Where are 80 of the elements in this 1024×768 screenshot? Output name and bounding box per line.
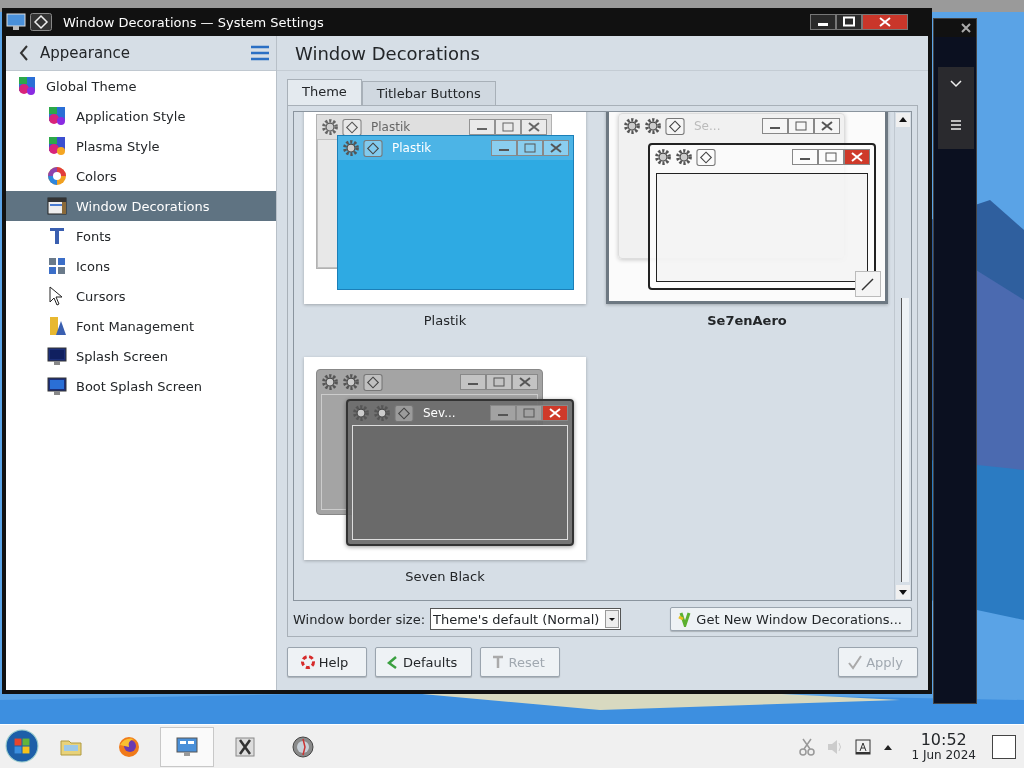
brush-icon: [46, 135, 68, 157]
monitor-icon: [46, 375, 68, 397]
scrollbar-thumb[interactable]: [901, 298, 909, 582]
sidebar-item[interactable]: Splash Screen: [6, 341, 276, 371]
menu-icon[interactable]: [250, 44, 270, 62]
sidebar-item[interactable]: Font Management: [6, 311, 276, 341]
scroll-down-icon[interactable]: [896, 585, 910, 599]
border-size-dropdown[interactable]: Theme's default (Normal): [430, 608, 622, 630]
preview-title: Plastik: [392, 141, 432, 155]
section-title: Appearance: [40, 44, 131, 62]
gear-icon: [321, 118, 339, 136]
gear-icon: [321, 373, 339, 391]
gear-icon: [654, 148, 672, 166]
menu-button-icon: [363, 373, 383, 391]
theme-card[interactable]: Plastik Plastik: [304, 112, 586, 304]
theme-name: Plastik: [422, 313, 468, 330]
resize-handle-icon: [855, 271, 881, 297]
gear-icon: [342, 139, 360, 157]
scrollbar[interactable]: [894, 112, 911, 600]
gear-icon: [352, 404, 370, 422]
menu-button-icon: [665, 117, 685, 135]
menu-button-icon: [394, 404, 414, 422]
color-wheel-icon: [46, 165, 68, 187]
clock-time[interactable]: 10:52: [920, 731, 967, 749]
sidebar-item[interactable]: Window Decorations: [6, 191, 276, 221]
gear-icon: [623, 117, 641, 135]
sidebar-item[interactable]: Boot Splash Screen: [6, 371, 276, 401]
start-button[interactable]: [4, 728, 40, 765]
sidebar-item[interactable]: Global Theme: [6, 71, 276, 101]
keyboard-layout-icon[interactable]: [854, 737, 873, 756]
preview-title: Plastik: [371, 120, 411, 134]
back-icon[interactable]: [18, 44, 30, 62]
border-size-label: Window border size:: [293, 611, 426, 627]
menu-button-icon: [363, 139, 383, 157]
scroll-up-icon[interactable]: [896, 113, 910, 127]
start-orb-icon: [5, 728, 39, 763]
sidebar-item[interactable]: Fonts: [6, 221, 276, 251]
monitor-icon[interactable]: [6, 13, 26, 31]
preview-title: Sev...: [423, 406, 456, 420]
close-icon[interactable]: [960, 22, 972, 34]
lifebuoy-icon: [299, 654, 316, 670]
get-new-button[interactable]: Get New Window Decorations...: [670, 607, 912, 631]
page-title: Window Decorations: [295, 42, 480, 64]
cross-icon: [233, 734, 257, 759]
sidebar-item[interactable]: Plasma Style: [6, 131, 276, 161]
tab[interactable]: Theme: [287, 79, 362, 105]
sidebar-item[interactable]: Colors: [6, 161, 276, 191]
minimize-button[interactable]: [810, 14, 836, 30]
menu-button-icon: [342, 118, 362, 136]
gear-icon: [342, 373, 360, 391]
sidebar-item[interactable]: Cursors: [6, 281, 276, 311]
gear-icon: [675, 148, 693, 166]
browser-icon: [117, 734, 141, 759]
monitor-icon: [46, 345, 68, 367]
monitor-icon: [175, 734, 199, 759]
check-icon: [847, 654, 864, 670]
theme-icon: [46, 105, 68, 127]
close-button[interactable]: [862, 14, 908, 30]
icons-icon: [46, 255, 68, 277]
action-button[interactable]: Help: [287, 647, 367, 677]
gear-icon: [373, 404, 391, 422]
show-desktop-button[interactable]: [992, 734, 1016, 759]
theme-card[interactable]: Sev...: [304, 357, 586, 560]
sidebar-item[interactable]: Application Style: [6, 101, 276, 131]
menu-button-icon[interactable]: [30, 13, 52, 31]
sidebar-item[interactable]: Icons: [6, 251, 276, 281]
menu-button-icon: [696, 148, 716, 166]
action-button[interactable]: Defaults: [375, 647, 473, 677]
tab[interactable]: Titlebar Buttons: [361, 81, 496, 105]
theme-name: Se7enAero: [706, 313, 788, 330]
menu-icon[interactable]: [948, 117, 964, 133]
clock-date[interactable]: 1 Jun 2024: [911, 748, 976, 762]
theme-name: Seven Black: [404, 569, 486, 586]
window-title: Window Decorations — System Settings: [63, 14, 324, 30]
window-icon: [46, 195, 68, 217]
gear-icon: [644, 117, 662, 135]
globe-icon: [291, 734, 315, 759]
theme-icon: [16, 75, 38, 97]
taskbar-button[interactable]: [160, 726, 214, 767]
maximize-button[interactable]: [836, 14, 862, 30]
